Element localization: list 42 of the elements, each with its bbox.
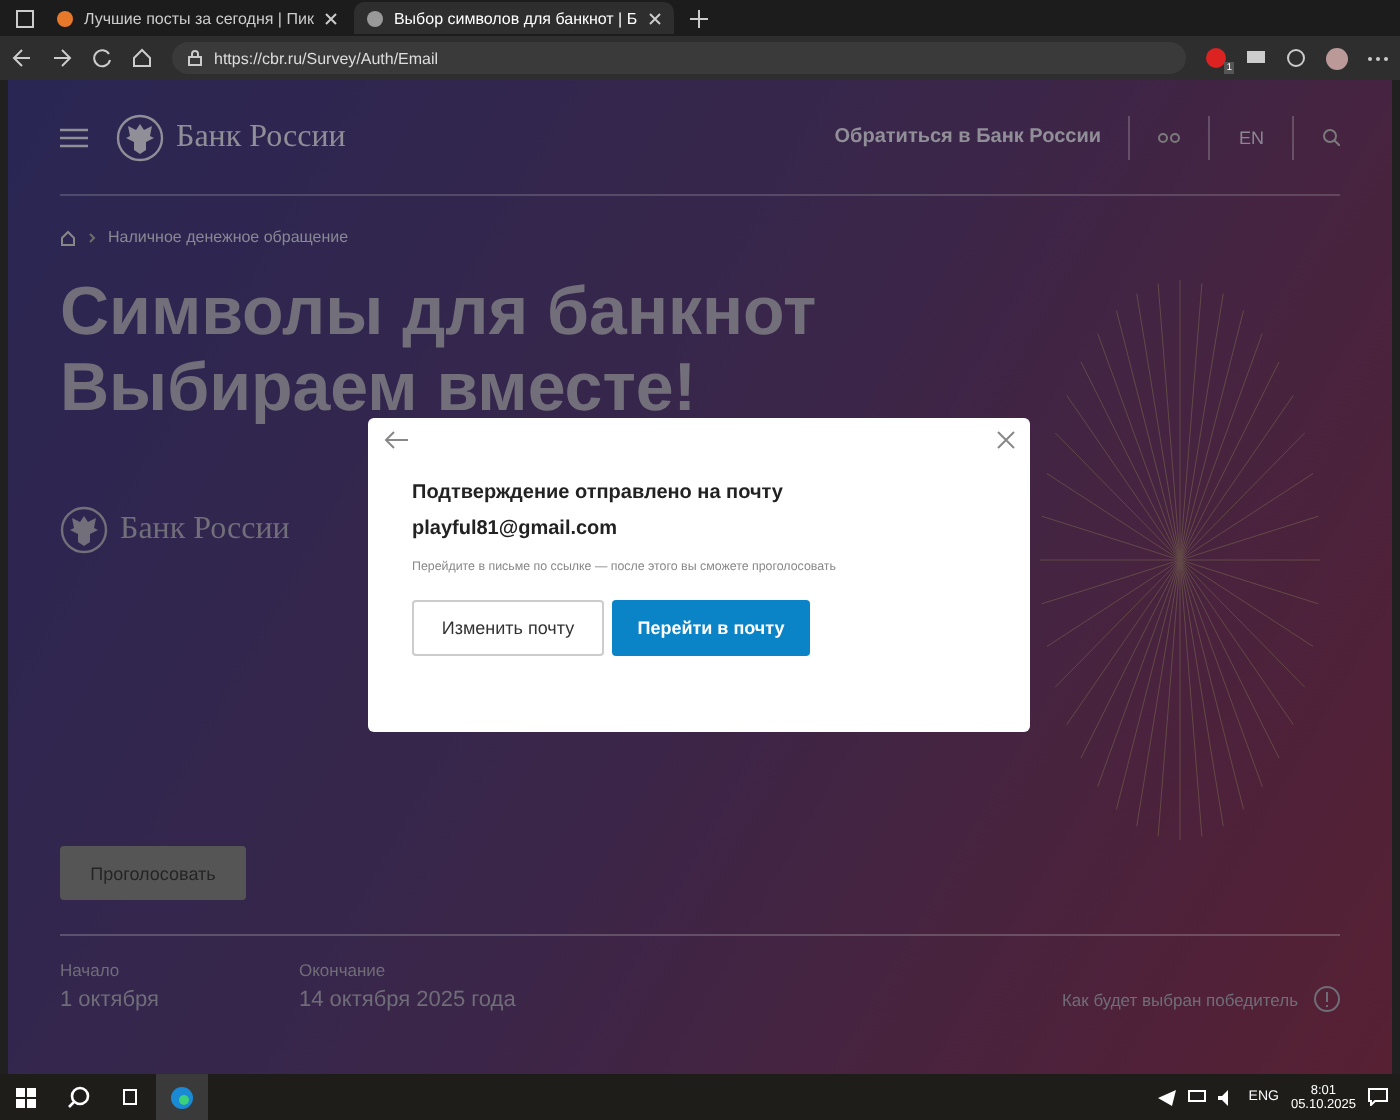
contact-link[interactable]: Обратиться в Банк России bbox=[834, 126, 1101, 148]
date-label: Начало bbox=[60, 960, 122, 980]
dialog-heading: Подтверждение отправлено на почту bbox=[412, 482, 785, 504]
favicon-icon bbox=[365, 9, 384, 27]
new-tab-icon[interactable] bbox=[689, 9, 708, 27]
page-title: Символы для банкнот Выбираем вместе! bbox=[60, 274, 819, 426]
more-icon[interactable] bbox=[1368, 55, 1388, 61]
close-icon[interactable] bbox=[323, 11, 338, 25]
back-arrow-icon[interactable] bbox=[384, 430, 410, 450]
avatar-icon[interactable] bbox=[1326, 47, 1348, 69]
notification-icon[interactable] bbox=[1368, 1088, 1388, 1106]
home-icon[interactable] bbox=[60, 229, 76, 245]
change-email-button[interactable]: Изменить почту bbox=[412, 600, 604, 656]
language-link[interactable]: EN bbox=[1238, 127, 1264, 147]
favicon-icon bbox=[56, 9, 74, 27]
back-icon[interactable] bbox=[12, 48, 32, 68]
close-icon[interactable] bbox=[647, 11, 662, 25]
forward-icon[interactable] bbox=[52, 48, 72, 68]
breadcrumb-link[interactable]: Наличное денежное обращение bbox=[108, 228, 349, 246]
network-icon[interactable] bbox=[1188, 1089, 1207, 1105]
email-text: playful81@gmail.com bbox=[412, 518, 620, 540]
open-mail-button[interactable]: Перейти в почту bbox=[612, 600, 810, 656]
browser-tab[interactable]: Лучшие посты за сегодня | Пик bbox=[44, 2, 350, 34]
logo-text[interactable]: Банк России bbox=[176, 119, 346, 155]
home-icon[interactable] bbox=[132, 48, 152, 68]
date-value: 14 октября 2025 года bbox=[298, 988, 516, 1012]
eagle-emblem-icon bbox=[60, 506, 108, 554]
eagle-emblem-icon bbox=[116, 113, 164, 161]
date-label: Окончание bbox=[298, 960, 388, 980]
date-value: 1 октября bbox=[60, 988, 159, 1012]
info-icon bbox=[1314, 986, 1340, 1012]
monitor-icon[interactable] bbox=[1246, 49, 1266, 67]
chevron-icon bbox=[88, 231, 96, 243]
browser-tab[interactable]: Выбор символов для банкнот | Б bbox=[353, 2, 674, 34]
address-field[interactable]: https://cbr.ru/Survey/Auth/Email bbox=[172, 42, 1186, 74]
glasses-icon[interactable] bbox=[1158, 131, 1181, 143]
send-icon[interactable] bbox=[1158, 1089, 1177, 1105]
logo-text: Банк России bbox=[120, 512, 290, 548]
reload-icon[interactable] bbox=[92, 48, 112, 68]
menu-icon[interactable] bbox=[60, 127, 88, 147]
lock-icon bbox=[188, 50, 202, 66]
browser-taskbar-icon[interactable] bbox=[156, 1074, 208, 1120]
